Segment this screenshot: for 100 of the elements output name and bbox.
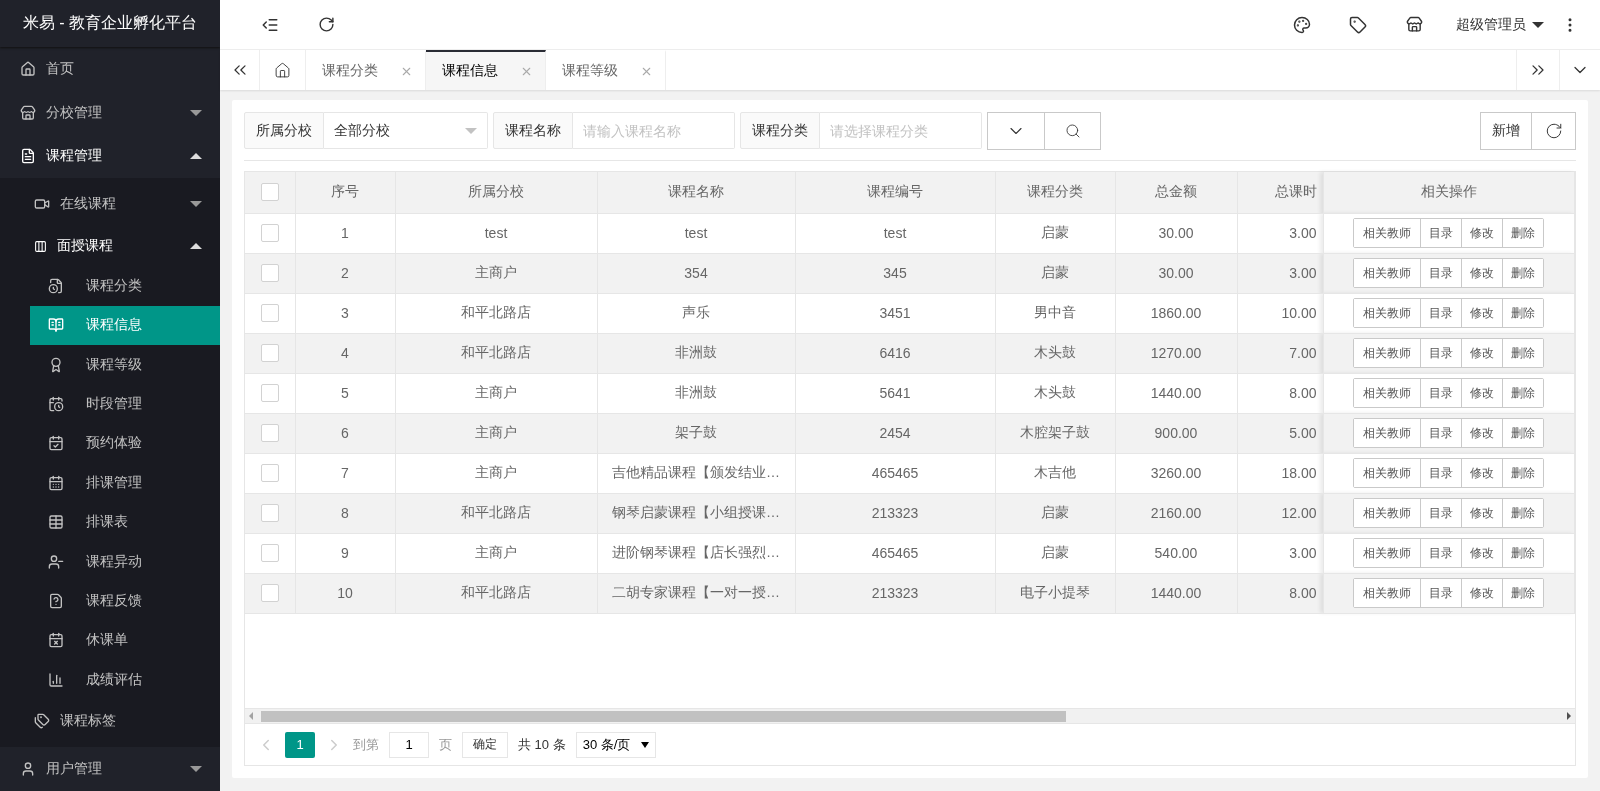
action-button[interactable]: 删除 [1502, 219, 1544, 247]
page-size-select[interactable]: 30 条/页 [575, 731, 656, 758]
column-header: 课程分类 [995, 172, 1115, 213]
search-button[interactable] [1045, 112, 1101, 150]
table-cell: 8.00 [1237, 573, 1323, 613]
nav-item[interactable]: 休课单 [30, 620, 220, 660]
nav-item[interactable]: 时段管理 [30, 384, 220, 424]
award-icon [48, 356, 64, 373]
table-cell: 12.00 [1237, 493, 1323, 533]
table-cell: 5641 [795, 373, 995, 413]
nav-item[interactable]: 首页 [0, 47, 220, 91]
calendar-icon [48, 474, 64, 491]
confirm-button[interactable]: 确定 [462, 731, 508, 758]
table-cell: 3.00 [1237, 213, 1323, 253]
nav-item[interactable]: 课程分类 [30, 266, 220, 306]
document-icon [20, 148, 36, 165]
table-cell: 3.00 [1237, 533, 1323, 573]
table-cell: 声乐 [597, 293, 795, 333]
expand-button[interactable] [987, 112, 1045, 150]
row-checkbox[interactable] [260, 544, 279, 563]
nav-item[interactable]: 分校管理 [0, 90, 220, 135]
calendar-clock-icon [48, 395, 64, 412]
row-checkbox[interactable] [260, 384, 279, 403]
nav-item[interactable]: 课程管理 [0, 134, 220, 179]
horizontal-scrollbar[interactable] [245, 708, 1575, 723]
school-select[interactable]: 全部分校 [324, 112, 488, 149]
column-header: 相关操作 [1323, 172, 1575, 213]
row-checkbox[interactable] [260, 504, 279, 523]
table-cell: 540.00 [1115, 533, 1237, 573]
action-button[interactable]: 删除 [1502, 259, 1544, 287]
column-header: 所属分校 [395, 172, 597, 213]
table-cell: 电子小提琴 [995, 573, 1115, 613]
nav-item[interactable]: 课程标签 [0, 699, 220, 744]
table-cell: 354 [597, 253, 795, 293]
table-cell: 主商户 [395, 413, 597, 453]
nav-item[interactable]: 课程反馈 [30, 581, 220, 621]
table-cell: 3 [295, 293, 395, 333]
tag-icon [34, 713, 50, 730]
action-button[interactable]: 删除 [1502, 539, 1544, 567]
row-checkbox[interactable] [260, 464, 279, 483]
input-field[interactable]: 请输入课程名称 [573, 112, 735, 149]
nav-item[interactable]: 在线课程 [0, 182, 220, 227]
action-button[interactable]: 删除 [1502, 499, 1544, 527]
table-cell: 木头鼓 [995, 373, 1115, 413]
nav-item[interactable]: 排课表 [30, 502, 220, 542]
nav-item[interactable]: 课程等级 [30, 344, 220, 385]
action-button[interactable]: 删除 [1502, 339, 1544, 367]
table-cell: 非洲鼓 [597, 333, 795, 373]
document-clock-icon [48, 277, 64, 294]
nav-item[interactable]: 用户管理 [0, 747, 220, 791]
table-cell: 6 [295, 413, 395, 453]
table-cell: 2 [295, 253, 395, 293]
store-icon [20, 104, 36, 121]
table-cell: 3451 [795, 293, 995, 333]
page-number[interactable]: 1 [285, 731, 315, 758]
table-cell: test [795, 213, 995, 253]
action-button[interactable]: 删除 [1502, 299, 1544, 327]
tab[interactable]: 课程信息 [426, 50, 546, 90]
table-cell: 主商户 [395, 253, 597, 293]
nav-item[interactable]: 预约体验 [30, 423, 220, 464]
nav-item[interactable]: 成绩评估 [30, 660, 220, 700]
row-checkbox[interactable] [260, 224, 279, 243]
action-button[interactable]: 删除 [1502, 459, 1544, 487]
action-button[interactable]: 删除 [1502, 379, 1544, 407]
nav-item[interactable]: 课程异动 [30, 541, 220, 582]
calendar-x-icon [48, 632, 64, 649]
nav-item[interactable]: 课程信息 [30, 305, 220, 345]
table-cell: 启蒙 [995, 533, 1115, 573]
calendar-check-icon [48, 435, 64, 452]
add-button[interactable]: 新增 [1480, 112, 1532, 150]
nav-item[interactable]: 排课管理 [30, 463, 220, 503]
table-cell: 213323 [795, 493, 995, 533]
select-all-checkbox[interactable] [260, 183, 279, 202]
table-icon [48, 514, 64, 531]
action-button[interactable]: 删除 [1502, 419, 1544, 447]
question-document-icon [48, 592, 64, 609]
table-cell: 启蒙 [995, 493, 1115, 533]
row-checkbox[interactable] [260, 344, 279, 363]
row-checkbox[interactable] [260, 264, 279, 283]
table-cell: 二胡专家课程【一对一授… [597, 573, 795, 613]
row-checkbox[interactable] [260, 304, 279, 323]
nav-item[interactable]: 面授课程 [0, 226, 220, 267]
tab[interactable]: 课程等级 [546, 50, 666, 90]
input-field[interactable]: 请选择课程分类 [820, 112, 982, 149]
table-cell: 4 [295, 333, 395, 373]
table-cell: 主商户 [395, 453, 597, 493]
table-cell: 3.00 [1237, 253, 1323, 293]
page-input[interactable]: 1 [389, 731, 429, 758]
row-checkbox[interactable] [260, 584, 279, 603]
tab[interactable]: 课程分类 [306, 50, 426, 90]
user-menu[interactable]: 超级管理员 [1442, 15, 1558, 34]
table-cell: test [597, 213, 795, 253]
table-cell: 启蒙 [995, 253, 1115, 293]
scroll-right-icon[interactable] [1516, 50, 1560, 90]
table-cell: 10.00 [1237, 293, 1323, 333]
column-header: 序号 [295, 172, 395, 213]
filter-label: 课程名称 [493, 112, 573, 149]
row-checkbox[interactable] [260, 424, 279, 443]
refresh-button[interactable] [1532, 112, 1576, 150]
action-button[interactable]: 删除 [1502, 579, 1544, 607]
